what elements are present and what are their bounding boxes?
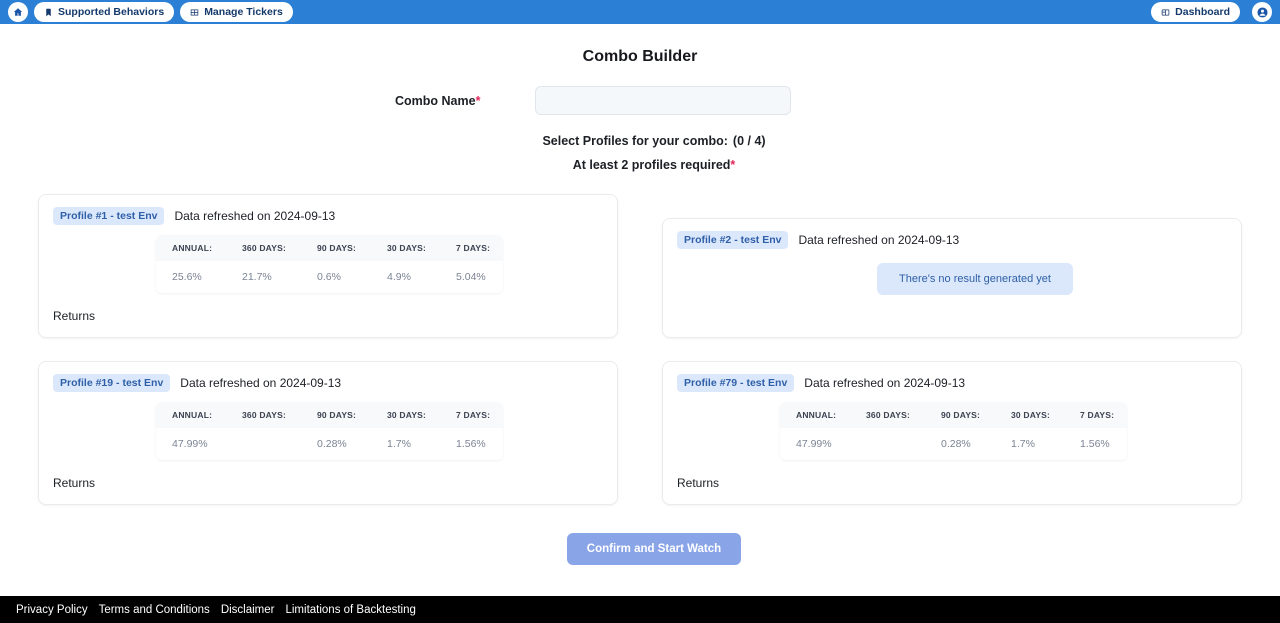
stats-col-360days: 360 DAYS: xyxy=(866,410,911,420)
combo-name-input[interactable] xyxy=(535,86,792,115)
required-marker: * xyxy=(475,93,481,108)
stats-table: ANNUAL: 360 DAYS: 90 DAYS: 30 DAYS: 7 DA… xyxy=(156,235,503,293)
confirm-button-wrap: Confirm and Start Watch xyxy=(0,533,1280,565)
user-avatar-icon xyxy=(1256,6,1268,18)
dashboard-grid-icon xyxy=(1161,8,1170,17)
empty-result-badge: There's no result generated yet xyxy=(877,263,1073,295)
stats-val-7days: 1.56% xyxy=(1080,438,1110,450)
stats-val-7days: 5.04% xyxy=(456,271,486,283)
nav-manage-tickers[interactable]: Manage Tickers xyxy=(180,2,293,22)
empty-result-wrap: There's no result generated yet xyxy=(677,263,1227,295)
stats-header-row: ANNUAL: 360 DAYS: 90 DAYS: 30 DAYS: 7 DA… xyxy=(156,235,503,261)
stats-val-7days: 1.56% xyxy=(456,438,486,450)
stats-col-annual: ANNUAL: xyxy=(172,410,213,420)
footer-link-terms-and-conditions[interactable]: Terms and Conditions xyxy=(99,604,210,616)
data-refreshed-text: Data refreshed on 2024-09-13 xyxy=(180,376,342,390)
stats-col-360days: 360 DAYS: xyxy=(242,410,287,420)
profile-card[interactable]: Profile #79 - test Env Data refreshed on… xyxy=(662,361,1242,505)
stats-value-row: 25.6% 21.7% 0.6% 4.9% 5.04% xyxy=(156,261,503,293)
stats-col-360days: 360 DAYS: xyxy=(242,243,287,253)
stats-val-90days: 0.28% xyxy=(941,438,971,450)
table-icon xyxy=(190,8,199,17)
at-least-label: At least 2 profiles required* xyxy=(0,158,1280,172)
stats-table: ANNUAL: 360 DAYS: 90 DAYS: 30 DAYS: 7 DA… xyxy=(156,402,503,460)
stats-header-row: ANNUAL: 360 DAYS: 90 DAYS: 30 DAYS: 7 DA… xyxy=(156,402,503,428)
card-header: Profile #2 - test Env Data refreshed on … xyxy=(677,231,1227,249)
stats-val-annual: 47.99% xyxy=(796,438,832,450)
nav-dashboard[interactable]: Dashboard xyxy=(1151,2,1240,22)
stats-col-annual: ANNUAL: xyxy=(796,410,837,420)
nav-supported-behaviors[interactable]: Supported Behaviors xyxy=(34,2,175,22)
stats-col-30days: 30 DAYS: xyxy=(1011,410,1051,420)
home-button[interactable] xyxy=(8,2,28,22)
profile-card-grid: Profile #1 - test Env Data refreshed on … xyxy=(0,194,1280,505)
card-header: Profile #1 - test Env Data refreshed on … xyxy=(53,207,603,225)
stats-col-90days: 90 DAYS: xyxy=(941,410,981,420)
combo-name-row: Combo Name* xyxy=(0,86,1280,115)
at-least-text: At least 2 profiles required xyxy=(572,158,731,172)
stats-col-90days: 90 DAYS: xyxy=(317,410,357,420)
data-refreshed-text: Data refreshed on 2024-09-13 xyxy=(174,209,336,223)
stats-col-30days: 30 DAYS: xyxy=(387,410,427,420)
profile-badge: Profile #2 - test Env xyxy=(677,231,789,249)
footer: Privacy Policy Terms and Conditions Disc… xyxy=(0,596,1280,623)
required-marker-2: * xyxy=(730,158,736,172)
stats-val-30days: 1.7% xyxy=(1011,438,1035,450)
footer-link-disclaimer[interactable]: Disclaimer xyxy=(221,604,275,616)
stats-val-annual: 47.99% xyxy=(172,438,208,450)
footer-link-privacy-policy[interactable]: Privacy Policy xyxy=(16,604,88,616)
profile-card[interactable]: Profile #19 - test Env Data refreshed on… xyxy=(38,361,618,505)
stats-col-7days: 7 DAYS: xyxy=(456,410,491,420)
stats-col-7days: 7 DAYS: xyxy=(1080,410,1115,420)
combo-name-label: Combo Name* xyxy=(395,93,481,108)
stats-header-row: ANNUAL: 360 DAYS: 90 DAYS: 30 DAYS: 7 DA… xyxy=(780,402,1127,428)
data-refreshed-text: Data refreshed on 2024-09-13 xyxy=(804,376,966,390)
stats-col-30days: 30 DAYS: xyxy=(387,243,427,253)
data-refreshed-text: Data refreshed on 2024-09-13 xyxy=(798,233,960,247)
stats-col-annual: ANNUAL: xyxy=(172,243,213,253)
confirm-and-start-watch-button[interactable]: Confirm and Start Watch xyxy=(566,533,742,565)
stats-value-row: 47.99% 0.28% 1.7% 1.56% xyxy=(156,428,503,460)
stats-col-7days: 7 DAYS: xyxy=(456,243,491,253)
card-header: Profile #79 - test Env Data refreshed on… xyxy=(677,374,1227,392)
profile-card[interactable]: Profile #2 - test Env Data refreshed on … xyxy=(662,218,1242,338)
app-header: Supported Behaviors Manage Tickers Dashb… xyxy=(0,0,1280,24)
select-profiles-label: Select Profiles for your combo: (0 / 4) xyxy=(0,134,1280,148)
profile-badge: Profile #79 - test Env xyxy=(677,374,795,392)
nav-dashboard-label: Dashboard xyxy=(1175,6,1230,18)
returns-label: Returns xyxy=(53,309,96,323)
card-header: Profile #19 - test Env Data refreshed on… xyxy=(53,374,603,392)
nav-supported-behaviors-label: Supported Behaviors xyxy=(58,6,165,18)
avatar[interactable] xyxy=(1252,2,1272,22)
profile-badge: Profile #1 - test Env xyxy=(53,207,165,225)
stats-val-30days: 4.9% xyxy=(387,271,411,283)
stats-col-90days: 90 DAYS: xyxy=(317,243,357,253)
stats-val-30days: 1.7% xyxy=(387,438,411,450)
home-icon xyxy=(13,7,23,17)
bookmark-icon xyxy=(44,8,53,17)
profile-badge: Profile #19 - test Env xyxy=(53,374,171,392)
stats-val-annual: 25.6% xyxy=(172,271,202,283)
stats-val-90days: 0.6% xyxy=(317,271,341,283)
stats-val-360days: 21.7% xyxy=(242,271,272,283)
returns-label: Returns xyxy=(677,476,720,490)
select-profiles-text: Select Profiles for your combo: xyxy=(542,134,728,148)
stats-val-90days: 0.28% xyxy=(317,438,347,450)
nav-manage-tickers-label: Manage Tickers xyxy=(204,6,283,18)
page-title: Combo Builder xyxy=(582,48,698,65)
returns-label: Returns xyxy=(53,476,96,490)
select-profiles-count: (0 / 4) xyxy=(732,134,766,148)
footer-link-limitations-of-backtesting[interactable]: Limitations of Backtesting xyxy=(285,604,415,616)
stats-table: ANNUAL: 360 DAYS: 90 DAYS: 30 DAYS: 7 DA… xyxy=(780,402,1127,460)
stats-value-row: 47.99% 0.28% 1.7% 1.56% xyxy=(780,428,1127,460)
profile-card[interactable]: Profile #1 - test Env Data refreshed on … xyxy=(38,194,618,338)
